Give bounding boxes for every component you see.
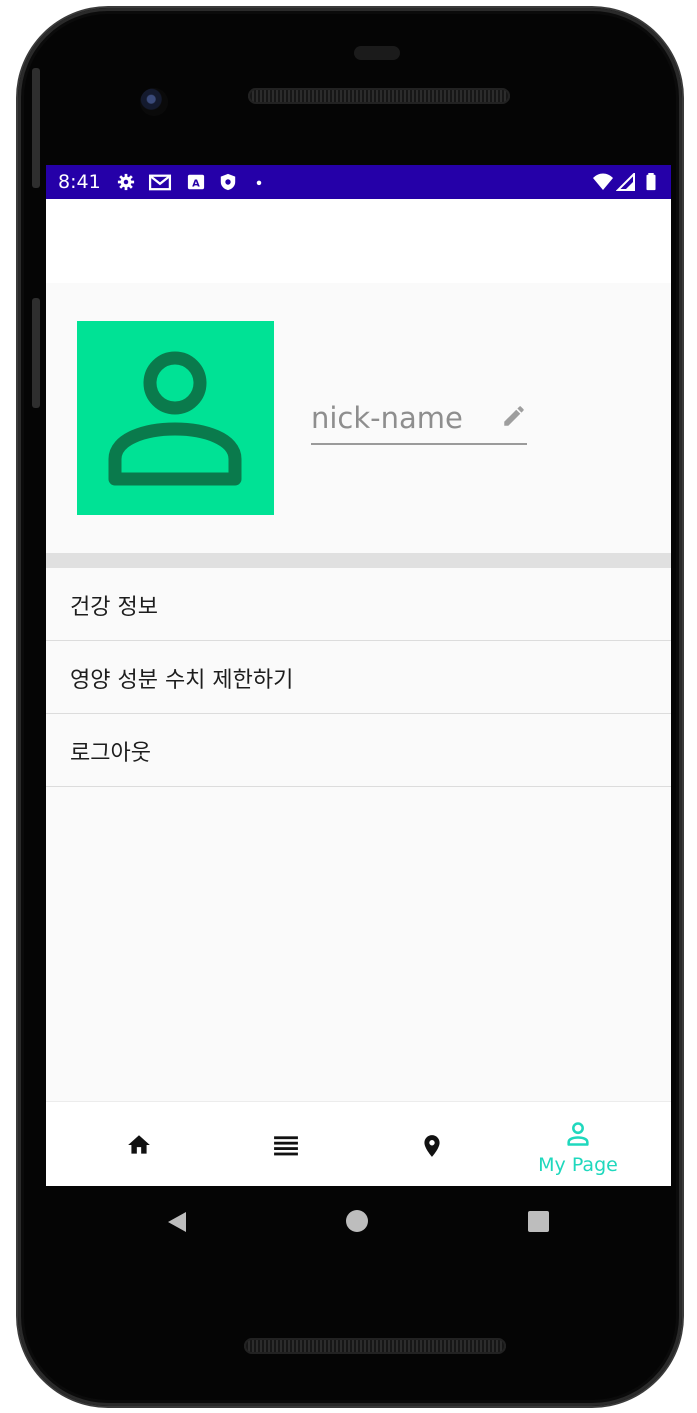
menu-item-nutrient-limits[interactable]: 영양 성분 수치 제한하기 — [46, 641, 671, 714]
a-badge-icon: A — [187, 174, 205, 190]
profile-section: nick-name — [46, 283, 671, 553]
list-icon — [274, 1136, 298, 1156]
app-screen: 8:41 A nick-name 건강 정보 영양 성분 수치 제한하기 로그아… — [46, 165, 671, 1186]
menu-list: 건강 정보 영양 성분 수치 제한하기 로그아웃 — [46, 568, 671, 787]
nav-my-page[interactable]: My Page — [500, 1102, 656, 1186]
gmail-icon — [148, 174, 172, 191]
wifi-icon — [593, 173, 613, 190]
home-circle-icon[interactable] — [346, 1210, 368, 1232]
bottom-speaker — [244, 1338, 506, 1354]
signal-icon — [616, 173, 635, 191]
nav-home[interactable] — [61, 1102, 217, 1186]
shield-icon — [220, 173, 236, 191]
gear-icon — [117, 173, 135, 191]
power-button — [32, 298, 40, 408]
menu-item-label: 로그아웃 — [70, 741, 151, 766]
menu-item-label: 건강 정보 — [70, 595, 158, 620]
earpiece-slot — [354, 46, 400, 60]
pencil-icon[interactable] — [501, 403, 527, 429]
svg-text:A: A — [192, 179, 200, 190]
person-icon — [108, 351, 242, 486]
menu-item-label: 영양 성분 수치 제한하기 — [70, 668, 294, 693]
bottom-navigation: My Page — [46, 1101, 671, 1186]
location-pin-icon — [424, 1135, 440, 1157]
battery-icon — [646, 173, 656, 191]
person-outline-icon — [567, 1122, 589, 1146]
status-time: 8:41 — [58, 171, 101, 193]
section-divider — [46, 553, 671, 568]
system-navigation-bar — [46, 1186, 671, 1256]
nickname-placeholder: nick-name — [311, 401, 463, 435]
status-bar: 8:41 A — [46, 165, 671, 199]
volume-button — [32, 68, 40, 188]
recents-icon[interactable] — [528, 1211, 549, 1232]
nickname-field[interactable]: nick-name — [311, 399, 527, 445]
nav-location[interactable] — [354, 1102, 510, 1186]
front-camera-icon — [140, 88, 168, 116]
back-icon[interactable] — [166, 1210, 188, 1234]
nav-my-page-label: My Page — [538, 1154, 618, 1176]
app-bar — [46, 199, 671, 283]
home-icon — [128, 1135, 150, 1154]
menu-item-health-info[interactable]: 건강 정보 — [46, 568, 671, 641]
dot-icon — [256, 180, 262, 186]
profile-avatar[interactable] — [77, 321, 274, 515]
menu-item-logout[interactable]: 로그아웃 — [46, 714, 671, 787]
nav-list[interactable] — [208, 1102, 364, 1186]
top-speaker — [248, 88, 510, 104]
